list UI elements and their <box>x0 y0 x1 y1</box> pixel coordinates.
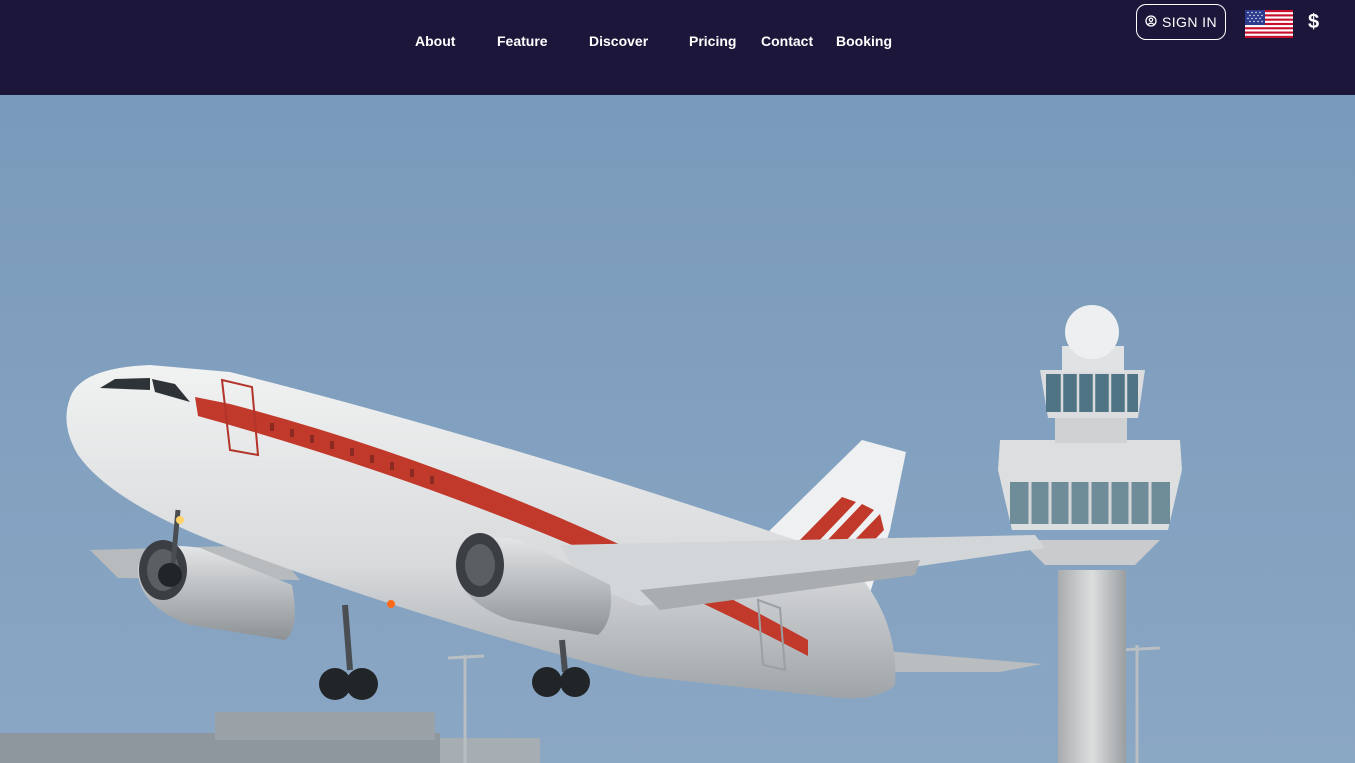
nav-link-contact[interactable]: Contact <box>761 32 813 50</box>
nav-link-booking[interactable]: Booking <box>836 32 892 50</box>
nav-link-pricing[interactable]: Pricing <box>689 32 736 50</box>
top-navbar: About Feature Discover Pricing Contact B… <box>0 0 1355 95</box>
nav-link-feature[interactable]: Feature <box>497 32 548 50</box>
nav-link-about[interactable]: About <box>415 32 455 50</box>
nav-link-discover[interactable]: Discover <box>589 32 648 50</box>
user-circle-icon <box>1145 14 1157 30</box>
hero-image <box>0 95 1355 763</box>
us-flag-icon[interactable] <box>1245 10 1293 38</box>
sign-in-button[interactable]: SIGN IN <box>1136 4 1226 40</box>
currency-selector[interactable]: $ <box>1308 10 1319 34</box>
sign-in-label: SIGN IN <box>1162 14 1217 30</box>
